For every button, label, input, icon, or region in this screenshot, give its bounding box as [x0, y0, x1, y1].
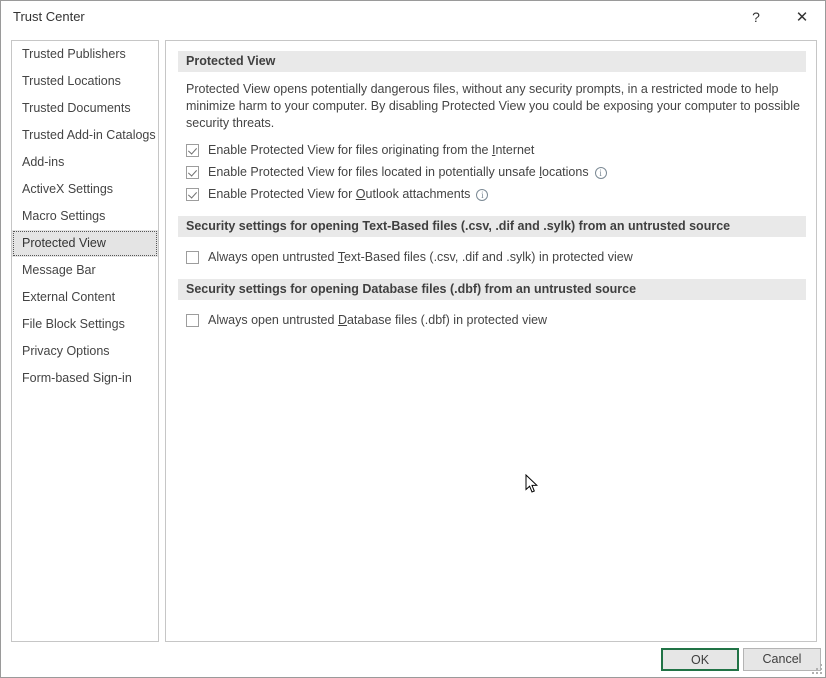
- section-header-database-files: Security settings for opening Database f…: [178, 279, 806, 300]
- checkbox-label-text-based: Always open untrusted Text-Based files (…: [208, 250, 633, 264]
- close-icon[interactable]: ✕: [779, 1, 825, 33]
- sidebar-item-trusted-locations[interactable]: Trusted Locations: [12, 68, 158, 95]
- sidebar-item-form-based-sign-in[interactable]: Form-based Sign-in: [12, 365, 158, 392]
- checkbox-row-outlook-attachments[interactable]: Enable Protected View for Outlook attach…: [186, 183, 816, 205]
- checkbox-unsafe-locations[interactable]: [186, 165, 199, 179]
- checkbox-row-internet[interactable]: Enable Protected View for files originat…: [186, 139, 816, 161]
- sidebar-item-external-content[interactable]: External Content: [12, 284, 158, 311]
- section-header-protected-view: Protected View: [178, 51, 806, 72]
- section-header-text-based-files: Security settings for opening Text-Based…: [178, 216, 806, 237]
- cancel-button[interactable]: Cancel: [743, 648, 821, 671]
- sidebar-item-trusted-documents[interactable]: Trusted Documents: [12, 95, 158, 122]
- sidebar-item-message-bar[interactable]: Message Bar: [12, 257, 158, 284]
- window-title: Trust Center: [13, 9, 85, 24]
- sidebar-item-macro-settings[interactable]: Macro Settings: [12, 203, 158, 230]
- help-button[interactable]: ?: [733, 1, 779, 33]
- dialog-footer: OK Cancel: [1, 640, 825, 677]
- sidebar-item-protected-view[interactable]: Protected View: [12, 230, 158, 257]
- trust-center-dialog: Trust Center ? ✕ Trusted Publishers Trus…: [0, 0, 826, 678]
- checkbox-internet[interactable]: [186, 143, 199, 157]
- info-icon[interactable]: i: [594, 167, 607, 179]
- settings-pane: Protected View Protected View opens pote…: [165, 40, 817, 642]
- protected-view-description: Protected View opens potentially dangero…: [186, 82, 800, 130]
- sidebar-item-trusted-add-in-catalogs[interactable]: Trusted Add-in Catalogs: [12, 122, 158, 149]
- info-icon[interactable]: i: [476, 189, 489, 201]
- sidebar-item-file-block-settings[interactable]: File Block Settings: [12, 311, 158, 338]
- checkbox-label-unsafe-locations: Enable Protected View for files located …: [208, 165, 589, 179]
- title-bar: Trust Center ? ✕: [1, 1, 825, 33]
- checkbox-outlook-attachments[interactable]: [186, 187, 199, 201]
- window-controls: ? ✕: [733, 1, 825, 33]
- checkbox-text-based[interactable]: [186, 250, 199, 264]
- checkbox-database[interactable]: [186, 313, 199, 327]
- checkbox-label-outlook-attachments: Enable Protected View for Outlook attach…: [208, 187, 471, 201]
- sidebar-item-privacy-options[interactable]: Privacy Options: [12, 338, 158, 365]
- sidebar-item-trusted-publishers[interactable]: Trusted Publishers: [12, 41, 158, 68]
- category-list[interactable]: Trusted Publishers Trusted Locations Tru…: [11, 40, 159, 642]
- sidebar-item-activex-settings[interactable]: ActiveX Settings: [12, 176, 158, 203]
- checkbox-label-internet: Enable Protected View for files originat…: [208, 143, 535, 157]
- sidebar-item-add-ins[interactable]: Add-ins: [12, 149, 158, 176]
- checkbox-row-text-based[interactable]: Always open untrusted Text-Based files (…: [186, 246, 816, 268]
- checkbox-row-database[interactable]: Always open untrusted Database files (.d…: [186, 309, 816, 331]
- ok-button[interactable]: OK: [661, 648, 739, 671]
- checkbox-row-unsafe-locations[interactable]: Enable Protected View for files located …: [186, 161, 816, 183]
- checkbox-label-database: Always open untrusted Database files (.d…: [208, 313, 548, 327]
- resize-grip-icon[interactable]: [812, 664, 822, 674]
